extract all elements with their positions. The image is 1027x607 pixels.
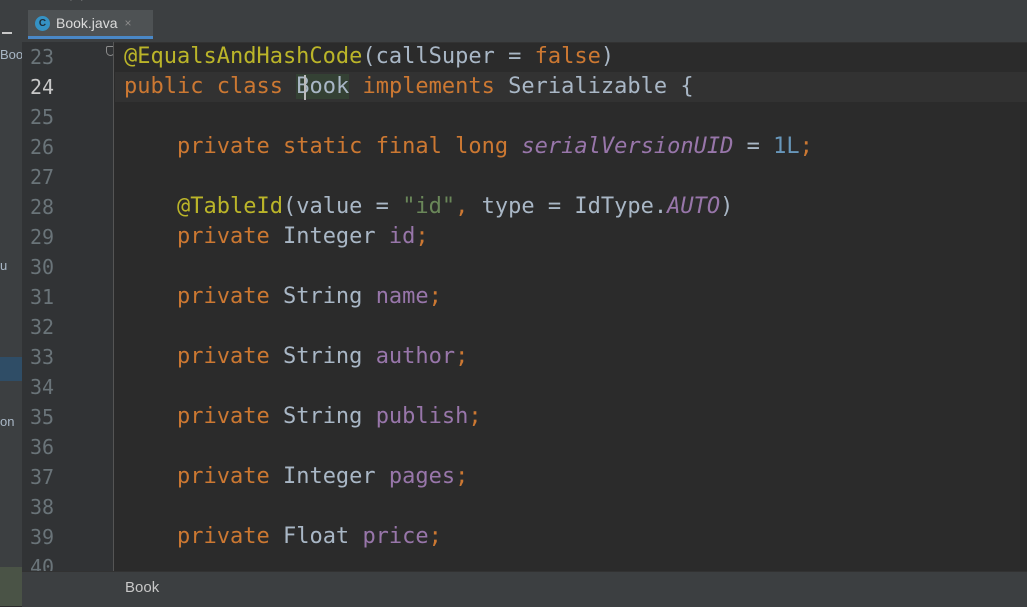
gutter-divider [113, 42, 114, 571]
keyword: private [176, 344, 270, 369]
line-number-gutter[interactable]: 23 24 25 26 27 28 29 30 31 32 33 34 35 3… [22, 42, 114, 571]
project-tree-fragment[interactable]: on [0, 414, 14, 429]
line-number: 40 [30, 555, 55, 571]
collapse-icon[interactable] [2, 32, 12, 34]
type-name: String [282, 284, 363, 309]
project-tree-fragment[interactable]: u [0, 258, 7, 273]
code-line-24[interactable]: public class Book implements Serializabl… [124, 72, 694, 102]
line-number: 35 [30, 405, 55, 429]
string-literal: "id" [402, 194, 456, 219]
code-line-37[interactable]: private Integer pages; [124, 462, 468, 492]
title-fragment: ' · · ' [60, 0, 95, 6]
class-reference: IdType. [574, 194, 668, 219]
annotation-param: callSuper [375, 44, 495, 69]
line-number: 27 [30, 165, 55, 189]
keyword: false [534, 44, 601, 69]
keyword: static [282, 134, 363, 159]
keyword: private [176, 284, 270, 309]
project-tree-highlighted-item[interactable] [0, 567, 22, 606]
keyword: long [455, 134, 509, 159]
field-name: author [375, 344, 456, 369]
line-number: 39 [30, 525, 55, 549]
number-literal: 1L [773, 134, 800, 159]
line-number: 36 [30, 435, 55, 459]
static-field: serialVersionUID [521, 134, 734, 159]
annotation: @TableId [176, 194, 283, 219]
keyword: implements [362, 74, 495, 99]
code-editor[interactable]: @EqualsAndHashCode(callSuper = false) pu… [115, 42, 1027, 571]
type-name: String [282, 344, 363, 369]
line-number: 37 [30, 465, 55, 489]
field-name: pages [388, 464, 456, 489]
interface-name: Serializable [508, 74, 668, 99]
line-number: 34 [30, 375, 55, 399]
project-tool-window[interactable]: Boo u on [0, 10, 23, 606]
editor-tab-bar: C Book.java × [22, 10, 1027, 43]
field-name: id [388, 224, 416, 249]
code-line-26[interactable]: private static final long serialVersionU… [124, 132, 813, 162]
code-line-23[interactable]: @EqualsAndHashCode(callSuper = false) [124, 42, 614, 72]
type-name: String [282, 404, 363, 429]
breadcrumb-item[interactable]: Book [125, 579, 159, 596]
annotation-param: type [481, 194, 535, 219]
code-line-31[interactable]: private String name; [124, 282, 442, 312]
project-tree-fragment[interactable]: Boo [0, 47, 22, 62]
code-line-28[interactable]: @TableId(value = "id", type = IdType.AUT… [124, 192, 733, 222]
keyword: private [176, 404, 270, 429]
line-number: 30 [30, 255, 55, 279]
annotation: @EqualsAndHashCode [124, 44, 363, 69]
code-line-39[interactable]: private Float price; [124, 522, 442, 552]
line-number: 33 [30, 345, 55, 369]
code-line-29[interactable]: private Integer id; [124, 222, 429, 252]
type-name: Integer [282, 464, 376, 489]
keyword: private [176, 464, 270, 489]
line-number-current: 24 [30, 75, 55, 99]
field-name: price [362, 524, 429, 549]
line-number: 26 [30, 135, 55, 159]
line-number: 25 [30, 105, 55, 129]
type-name: Float [282, 524, 350, 549]
keyword: public [124, 74, 204, 99]
keyword: final [375, 134, 442, 159]
text-caret [304, 75, 306, 100]
tab-book-java[interactable]: C Book.java × [28, 10, 153, 39]
close-icon[interactable]: × [124, 16, 131, 30]
keyword: private [176, 224, 270, 249]
annotation-param: value [296, 194, 363, 219]
code-line-33[interactable]: private String author; [124, 342, 468, 372]
field-name: name [375, 284, 429, 309]
project-tree-selected-item[interactable] [0, 357, 22, 381]
line-number: 28 [30, 195, 55, 219]
line-number: 31 [30, 285, 55, 309]
line-number: 32 [30, 315, 55, 339]
keyword: private [176, 524, 270, 549]
code-line-35[interactable]: private String publish; [124, 402, 482, 432]
tab-label: Book.java [56, 15, 118, 31]
line-number: 29 [30, 225, 55, 249]
keyword: class [216, 74, 283, 99]
java-class-icon: C [35, 15, 50, 31]
field-name: publish [375, 404, 469, 429]
line-number: 38 [30, 495, 55, 519]
enum-constant: AUTO [667, 194, 721, 219]
type-name: Integer [282, 224, 376, 249]
title-strip: ' · · ' [0, 0, 1027, 10]
keyword: private [176, 134, 270, 159]
breadcrumb-bar: Book [22, 571, 1027, 607]
line-number: 23 [30, 45, 55, 69]
